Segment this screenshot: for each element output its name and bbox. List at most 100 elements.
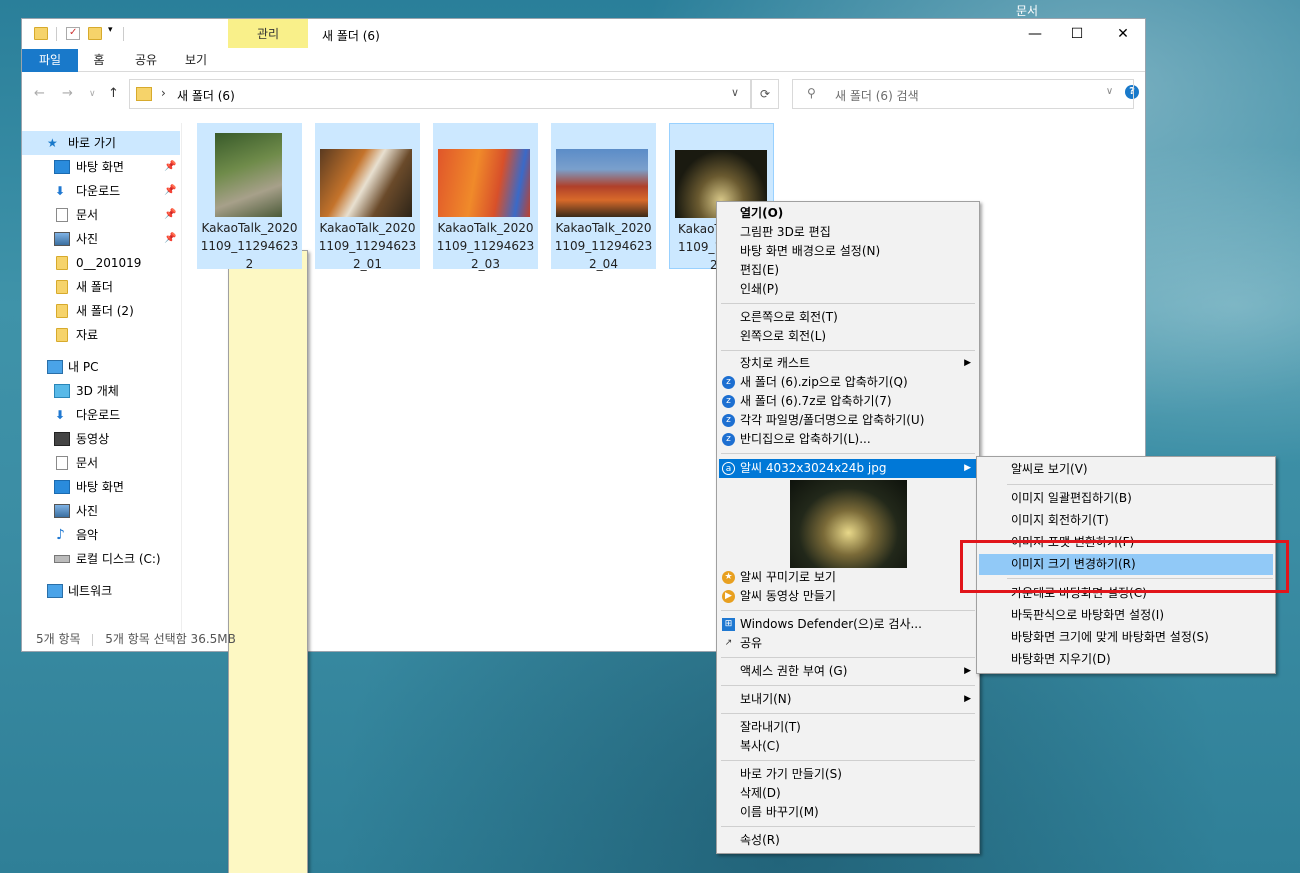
properties-icon[interactable] [66, 27, 80, 40]
menu-item-print[interactable]: 인쇄(P) [719, 280, 977, 299]
chevron-right-icon[interactable]: › [161, 86, 166, 100]
sidebar-item-label: 0__201019 [76, 256, 142, 270]
title-bar[interactable]: ▾ 관리 새 폴더 (6) — ☐ ✕ [22, 19, 1145, 49]
submenu-item-clear-background[interactable]: 바탕화면 지우기(D) [979, 649, 1273, 670]
pin-icon[interactable]: 📌 [164, 155, 176, 179]
sidebar-item-music[interactable]: ♪ 음악 [22, 523, 180, 547]
menu-item-set-background[interactable]: 바탕 화면 배경으로 설정(N) [719, 242, 977, 261]
menu-item-rename[interactable]: 이름 바꾸기(M) [719, 803, 977, 822]
maximize-button[interactable]: ☐ [1054, 19, 1100, 49]
sidebar-item-pictures[interactable]: 사진 [22, 499, 180, 523]
folder-icon [56, 256, 68, 270]
menu-item-compress-each[interactable]: z 각각 파일명/폴더명으로 압축하기(U) [719, 411, 977, 430]
address-bar-row: ← → ∨ ↑ › 새 폴더 (6) ∨ ⟳ ⚲ 새 폴더 (6) 검색 [22, 73, 1145, 115]
submenu-item-view[interactable]: 알씨로 보기(V) [979, 459, 1273, 480]
menu-item-share[interactable]: ↗ 공유 [719, 634, 977, 653]
refresh-button[interactable]: ⟳ [751, 79, 779, 109]
pin-icon[interactable]: 📌 [164, 227, 176, 251]
menu-item-copy[interactable]: 복사(C) [719, 737, 977, 756]
menu-item-alsee[interactable]: a 알씨 4032x3024x24b jpg ▶ [719, 459, 977, 478]
menu-item-open[interactable]: 열기(O) [719, 204, 977, 223]
sidebar-item-label: 로컬 디스크 (C:) [76, 552, 161, 566]
submenu-item-rotate[interactable]: 이미지 회전하기(T) [979, 510, 1273, 531]
recent-dropdown-icon[interactable]: ∨ [89, 89, 96, 99]
desktop-icon-label[interactable]: 문서 [1016, 2, 1038, 19]
sidebar-item-network[interactable]: 네트워크 [22, 579, 180, 603]
folder-icon[interactable] [34, 27, 48, 40]
up-icon[interactable]: ↑ [108, 86, 119, 101]
menu-item-defender[interactable]: ⊞ Windows Defender(으)로 검사... [719, 615, 977, 634]
file-item[interactable]: KakaoTalk_2020 1109_11294623 2_04 [551, 123, 656, 271]
highlight-annotation-box [960, 540, 1289, 593]
new-folder-icon[interactable] [88, 27, 102, 40]
file-item[interactable]: KakaoTalk_2020 1109_11294623 2 [197, 123, 302, 271]
search-input[interactable]: ⚲ 새 폴더 (6) 검색 [792, 79, 1134, 109]
sidebar-item-folder[interactable]: 자료 [22, 323, 180, 347]
menu-item-7z[interactable]: z 새 폴더 (6).7z로 압축하기(7) [719, 392, 977, 411]
minimize-button[interactable]: — [1012, 19, 1058, 49]
sidebar-item-folder[interactable]: 새 폴더 (2) [22, 299, 180, 323]
file-item[interactable]: KakaoTalk_2020 1109_11294623 2_01 [315, 123, 420, 271]
sidebar-item-folder[interactable]: 새 폴더 [22, 275, 180, 299]
menu-item-delete[interactable]: 삭제(D) [719, 784, 977, 803]
tab-share[interactable]: 공유 [128, 49, 164, 72]
submenu-arrow-icon: ▶ [964, 358, 971, 368]
menu-item-rotate-left[interactable]: 왼쪽으로 회전(L) [719, 327, 977, 346]
menu-item-properties[interactable]: 속성(R) [719, 831, 977, 850]
chevron-down-icon[interactable]: ∨ [731, 86, 739, 99]
tab-picture-tools[interactable]: 사진 도구 [228, 250, 308, 873]
tab-view[interactable]: 보기 [178, 49, 214, 72]
menu-item-alsee-video[interactable]: ▶ 알씨 동영상 만들기 [719, 587, 977, 606]
close-button[interactable]: ✕ [1100, 19, 1146, 49]
menu-item-send-to[interactable]: 보내기(N) ▶ [719, 690, 977, 709]
divider [56, 27, 57, 41]
menu-item-give-access[interactable]: 액세스 권한 부여 (G) ▶ [719, 662, 977, 681]
menu-item-paint3d[interactable]: 그림판 3D로 편집 [719, 223, 977, 242]
menu-item-rotate-right[interactable]: 오른쪽으로 회전(T) [719, 308, 977, 327]
desktop-icon [54, 480, 70, 494]
menu-item-zip[interactable]: z 새 폴더 (6).zip으로 압축하기(Q) [719, 373, 977, 392]
menu-item-cut[interactable]: 잘라내기(T) [719, 718, 977, 737]
submenu-item-tile-background[interactable]: 바둑판식으로 바탕화면 설정(I) [979, 605, 1273, 626]
sidebar-item-label: 네트워크 [68, 584, 113, 598]
file-item[interactable]: KakaoTalk_2020 1109_11294623 2_03 [433, 123, 538, 271]
download-icon: ⬇ [55, 408, 66, 422]
sidebar-item-videos[interactable]: 동영상 [22, 427, 180, 451]
sidebar-item-downloads[interactable]: ⬇ 다운로드 [22, 403, 180, 427]
menu-item-alsee-decorate[interactable]: ★ 알씨 꾸미기로 보기 [719, 568, 977, 587]
sidebar-item-documents[interactable]: 문서 📌 [22, 203, 180, 227]
forward-icon[interactable]: → [62, 86, 73, 101]
address-input[interactable]: › 새 폴더 (6) ∨ [129, 79, 751, 109]
tab-home[interactable]: 홈 [84, 49, 114, 72]
sidebar-item-desktop[interactable]: 바탕 화면 📌 [22, 155, 180, 179]
quick-access-dropdown-icon[interactable]: ▾ [108, 25, 113, 35]
submenu-arrow-icon: ▶ [964, 694, 971, 704]
item-count: 5개 항목 [36, 632, 81, 646]
menu-item-create-shortcut[interactable]: 바로 가기 만들기(S) [719, 765, 977, 784]
sidebar-item-3d-objects[interactable]: 3D 개체 [22, 379, 180, 403]
submenu-item-fit-background[interactable]: 바탕화면 크기에 맞게 바탕화면 설정(S) [979, 627, 1273, 648]
sidebar-item-desktop[interactable]: 바탕 화면 [22, 475, 180, 499]
address-path[interactable]: 새 폴더 (6) [177, 87, 235, 104]
sidebar-item-pictures[interactable]: 사진 📌 [22, 227, 180, 251]
pin-icon[interactable]: 📌 [164, 179, 176, 203]
tab-file[interactable]: 파일 [22, 49, 78, 72]
menu-item-edit[interactable]: 편집(E) [719, 261, 977, 280]
sidebar-item-folder[interactable]: 0__201019 [22, 251, 180, 275]
submenu-item-batch-edit[interactable]: 이미지 일괄편집하기(B) [979, 488, 1273, 509]
bandizip-icon: z [722, 395, 735, 408]
sidebar-item-local-disk[interactable]: 로컬 디스크 (C:) [22, 547, 180, 571]
menu-item-label: 보내기(N) [740, 692, 792, 706]
bandizip-icon: z [722, 376, 735, 389]
submenu-arrow-icon: ▶ [964, 666, 971, 676]
back-icon[interactable]: ← [34, 86, 45, 101]
menu-item-label: 새 폴더 (6).zip으로 압축하기(Q) [740, 375, 908, 389]
sidebar-item-documents[interactable]: 문서 [22, 451, 180, 475]
menu-item-bandizip[interactable]: z 반디집으로 압축하기(L)... [719, 430, 977, 449]
sidebar-item-quick-access[interactable]: ★ 바로 가기 [22, 131, 180, 155]
menu-item-cast[interactable]: 장치로 캐스트 ▶ [719, 354, 977, 373]
menu-item-label: 공유 [740, 636, 763, 650]
pin-icon[interactable]: 📌 [164, 203, 176, 227]
sidebar-item-downloads[interactable]: ⬇ 다운로드 📌 [22, 179, 180, 203]
sidebar-item-this-pc[interactable]: 내 PC [22, 355, 180, 379]
